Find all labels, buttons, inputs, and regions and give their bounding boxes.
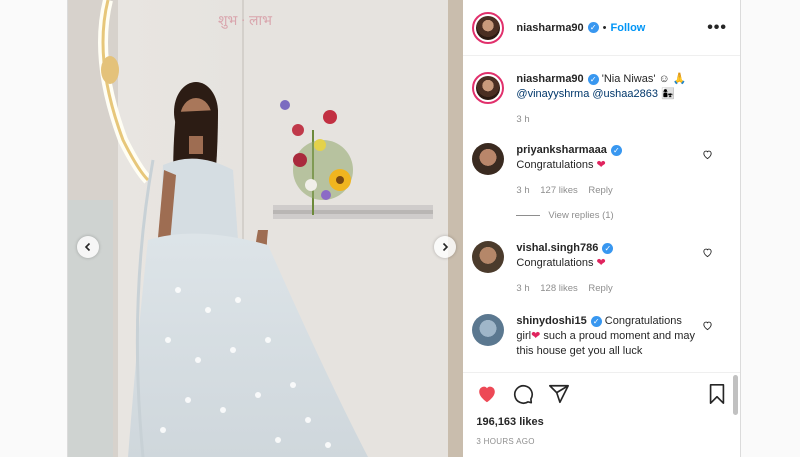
follow-button[interactable]: Follow	[611, 22, 646, 34]
verified-badge-icon: ✓	[587, 22, 599, 33]
action-icons	[476, 381, 727, 407]
svg-text:शुभ · लाभ: शुभ · लाभ	[218, 14, 273, 29]
instagram-post: शुभ · लाभ niasharma90 ✓ • Follow ••• nia…	[67, 0, 741, 457]
comment-text: Congratulations	[516, 257, 594, 269]
comments-list[interactable]: niasharma90 ✓ 'Nia Niwas' ☺ 🙏 @vinayyshrm…	[463, 56, 740, 372]
post-sidebar: niasharma90 ✓ • Follow ••• niasharma90 ✓ …	[463, 0, 740, 457]
reply-button[interactable]: Reply	[588, 185, 612, 196]
post-timestamp[interactable]: 3 HOURS AGO	[476, 437, 727, 446]
commenter-avatar[interactable]	[472, 314, 505, 346]
share-icon[interactable]	[548, 383, 570, 405]
comment-time[interactable]: 3 h	[516, 283, 529, 294]
author-username[interactable]: niasharma90	[516, 22, 583, 34]
like-heart-icon[interactable]	[476, 383, 498, 405]
like-comment-icon[interactable]	[702, 247, 713, 258]
view-replies-label: View replies (1)	[548, 210, 614, 221]
caption-time[interactable]: 3 h	[516, 114, 529, 125]
comment-username[interactable]: vishal.singh786	[516, 242, 598, 254]
comment-item: shinydoshi15 ✓ Congratulations girl❤ such…	[472, 314, 731, 359]
like-comment-icon[interactable]	[702, 320, 713, 331]
chevron-left-icon	[84, 242, 91, 252]
author-avatar[interactable]	[472, 11, 505, 44]
next-photo-button[interactable]	[434, 236, 456, 258]
scrollbar[interactable]	[733, 375, 738, 415]
verified-badge-icon: ✓	[587, 73, 599, 85]
caption-mentions[interactable]: @vinayyshrma @ushaa2863 👩‍👧	[516, 88, 674, 100]
save-bookmark-icon[interactable]	[707, 383, 727, 405]
divider	[516, 215, 541, 216]
comment-meta: 3 h 128 likes Reply	[516, 281, 696, 296]
red-heart-icon: ❤	[596, 159, 606, 171]
likes-count[interactable]: 196,163 likes	[476, 416, 727, 428]
previous-photo-button[interactable]	[77, 236, 99, 258]
verified-badge-icon: ✓	[610, 144, 622, 156]
comment-likes[interactable]: 127 likes	[540, 185, 578, 196]
verified-badge-icon: ✓	[590, 315, 602, 327]
chevron-right-icon	[442, 242, 449, 252]
caption-text: 'Nia Niwas' ☺ 🙏	[601, 73, 687, 85]
comment-username[interactable]: priyanksharmaaa	[516, 144, 607, 156]
like-comment-icon[interactable]	[702, 149, 713, 160]
red-heart-icon: ❤	[531, 330, 541, 342]
commenter-avatar[interactable]	[472, 241, 505, 273]
comment-item: vishal.singh786 ✓ Congratulations ❤ 3 h 1…	[472, 241, 731, 296]
red-heart-icon: ❤	[596, 257, 606, 269]
comment-meta: 3 h 127 likes Reply	[516, 183, 696, 198]
post-actions: 196,163 likes 3 HOURS AGO	[463, 372, 740, 457]
verified-badge-icon: ✓	[602, 242, 614, 254]
comment-icon[interactable]	[512, 383, 534, 405]
comment-likes[interactable]: 128 likes	[540, 283, 578, 294]
caption-username[interactable]: niasharma90	[516, 73, 583, 85]
separator-dot: •	[602, 21, 607, 34]
caption: niasharma90 ✓ 'Nia Niwas' ☺ 🙏 @vinayyshrm…	[472, 72, 731, 127]
photo-illustration: शुभ · लाभ	[68, 0, 464, 457]
more-options-icon[interactable]: •••	[707, 19, 727, 37]
caption-avatar[interactable]	[472, 72, 505, 104]
post-photo[interactable]: शुभ · लाभ	[68, 0, 464, 457]
post-header: niasharma90 ✓ • Follow •••	[463, 0, 740, 56]
comment-time[interactable]: 3 h	[516, 185, 529, 196]
reply-button[interactable]: Reply	[588, 283, 612, 294]
view-replies-button[interactable]: View replies (1)	[516, 210, 731, 221]
comment-item: priyanksharmaaa ✓ Congratulations ❤ 3 h 1…	[472, 143, 731, 198]
commenter-avatar[interactable]	[472, 143, 505, 175]
comment-text-continued: such a proud moment and may this house g…	[516, 330, 695, 357]
caption-meta: 3 h	[516, 112, 696, 127]
comment-username[interactable]: shinydoshi15	[516, 315, 586, 327]
comment-text: Congratulations	[516, 159, 594, 171]
